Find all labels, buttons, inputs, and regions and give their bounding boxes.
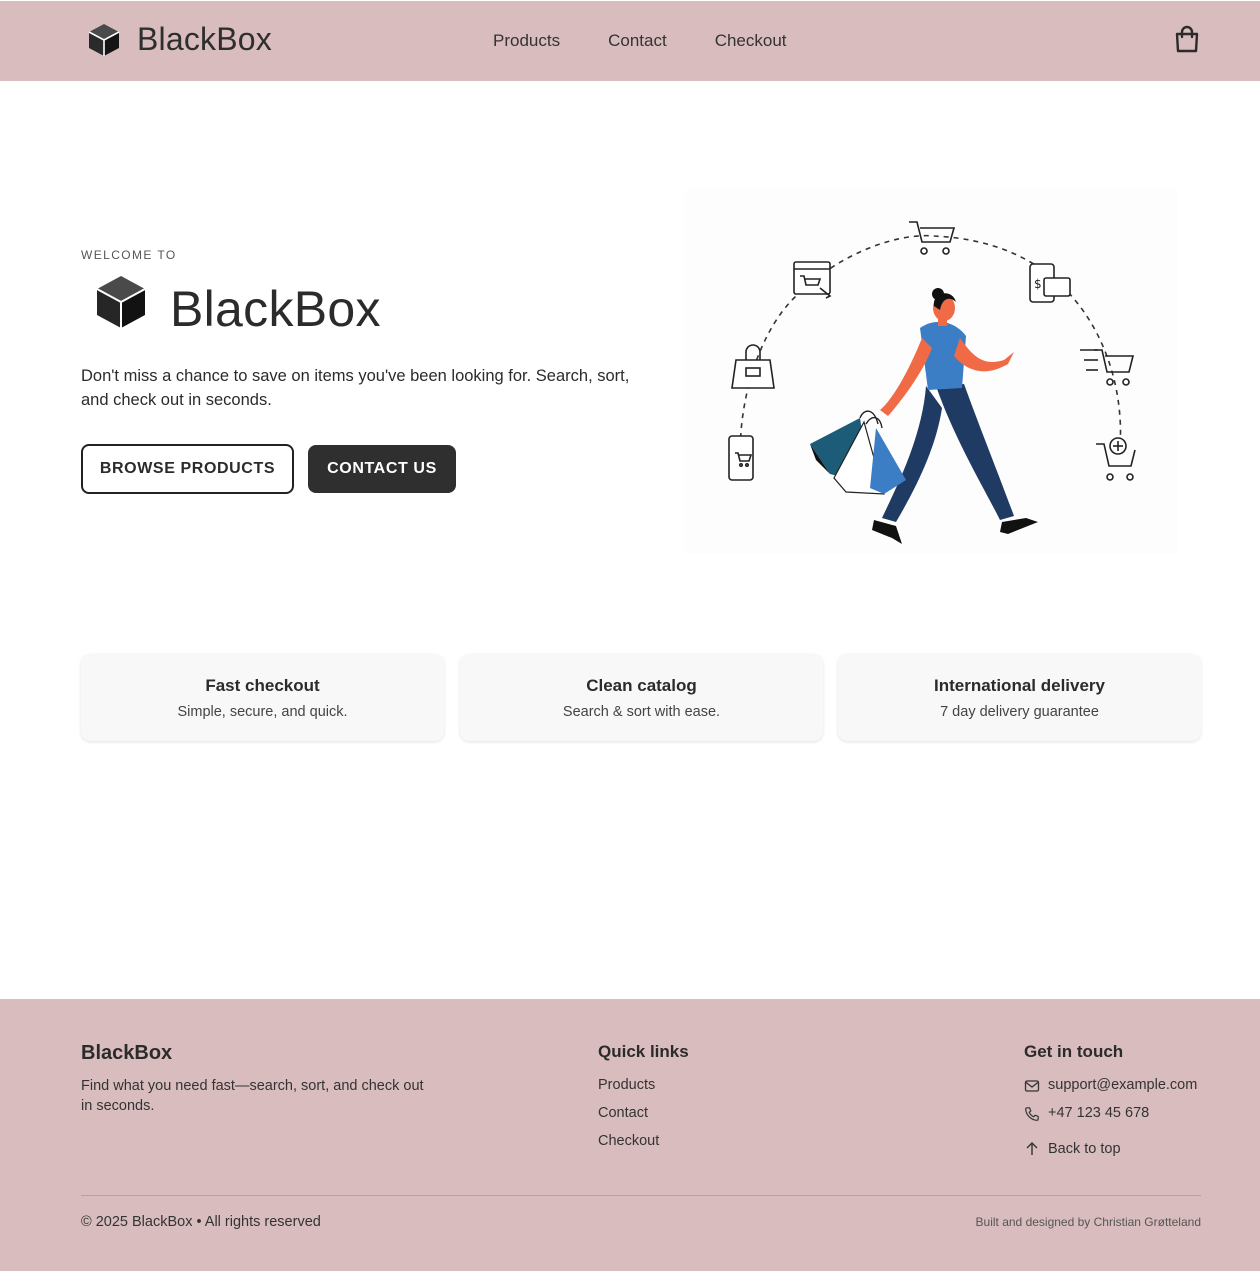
cart-icon <box>909 221 956 255</box>
feature-title: Fast checkout <box>205 676 320 695</box>
phone-payment-icon: $ <box>1029 263 1071 303</box>
hero-eyebrow: WELCOME TO <box>81 248 177 262</box>
arrow-up-icon <box>1026 1142 1038 1155</box>
footer-divider <box>81 1195 1201 1196</box>
copyright-text: © 2025 BlackBox • All rights reserved <box>81 1214 321 1230</box>
credit-text: Built and designed by Christian Grøttela… <box>975 1215 1201 1229</box>
shopping-bags <box>810 410 906 495</box>
quick-links-title: Quick links <box>598 1042 689 1061</box>
footer-link-checkout[interactable]: Checkout <box>598 1133 659 1149</box>
nav-contact[interactable]: Contact <box>608 31 667 51</box>
cube-logo-icon <box>96 276 146 328</box>
phone-icon <box>1025 1107 1039 1121</box>
hero-description: Don't miss a chance to save on items you… <box>81 367 630 409</box>
feature-description: Simple, secure, and quick. <box>177 704 348 720</box>
site-header: BlackBox Products Contact Checkout <box>0 1 1260 81</box>
footer-link-products[interactable]: Products <box>598 1077 655 1093</box>
footer-link-contact[interactable]: Contact <box>598 1105 648 1121</box>
hero-title: BlackBox <box>170 281 381 337</box>
footer-brand: BlackBox <box>81 1042 173 1064</box>
main-nav: Products Contact Checkout <box>493 31 835 51</box>
browser-cart-icon <box>793 261 832 299</box>
nav-products[interactable]: Products <box>493 31 560 51</box>
brand-name: BlackBox <box>137 21 272 57</box>
shopping-woman-illustration: $ <box>684 188 1178 554</box>
phone-cart-icon <box>728 435 754 481</box>
back-to-top-link[interactable]: Back to top <box>1048 1141 1121 1157</box>
svg-text:$: $ <box>1034 277 1042 291</box>
mail-icon <box>1024 1080 1040 1092</box>
phone-link[interactable]: +47 123 45 678 <box>1048 1105 1149 1121</box>
feature-description: Search & sort with ease. <box>562 704 721 720</box>
get-in-touch-title: Get in touch <box>1024 1042 1124 1061</box>
shopping-bag-icon[interactable] <box>1173 25 1201 53</box>
footer-description: Find what you need fast—search, sort, an… <box>81 1078 424 1114</box>
feature-description: 7 day delivery guarantee <box>940 704 1099 720</box>
feature-title: International delivery <box>934 676 1105 695</box>
woman-figure <box>872 288 1038 544</box>
add-cart-icon <box>1096 437 1136 481</box>
bag-outline-icon <box>731 344 775 389</box>
contact-us-button[interactable]: CONTACT US <box>308 445 456 493</box>
email-link[interactable]: support@example.com <box>1048 1077 1197 1093</box>
site-footer: BlackBox Find what you need fast—search,… <box>0 999 1260 1271</box>
feature-card-clean-catalog: Clean catalog Search & sort with ease. <box>460 654 823 741</box>
feature-card-international-delivery: International delivery 7 day delivery gu… <box>838 654 1201 741</box>
fast-cart-icon <box>1080 349 1135 386</box>
brand-logo-link[interactable]: BlackBox <box>87 21 272 58</box>
feature-title: Clean catalog <box>586 676 697 695</box>
browse-products-button[interactable]: BROWSE PRODUCTS <box>81 444 294 494</box>
cube-logo-icon <box>88 23 120 56</box>
feature-card-fast-checkout: Fast checkout Simple, secure, and quick. <box>81 654 444 741</box>
nav-checkout[interactable]: Checkout <box>715 31 787 51</box>
